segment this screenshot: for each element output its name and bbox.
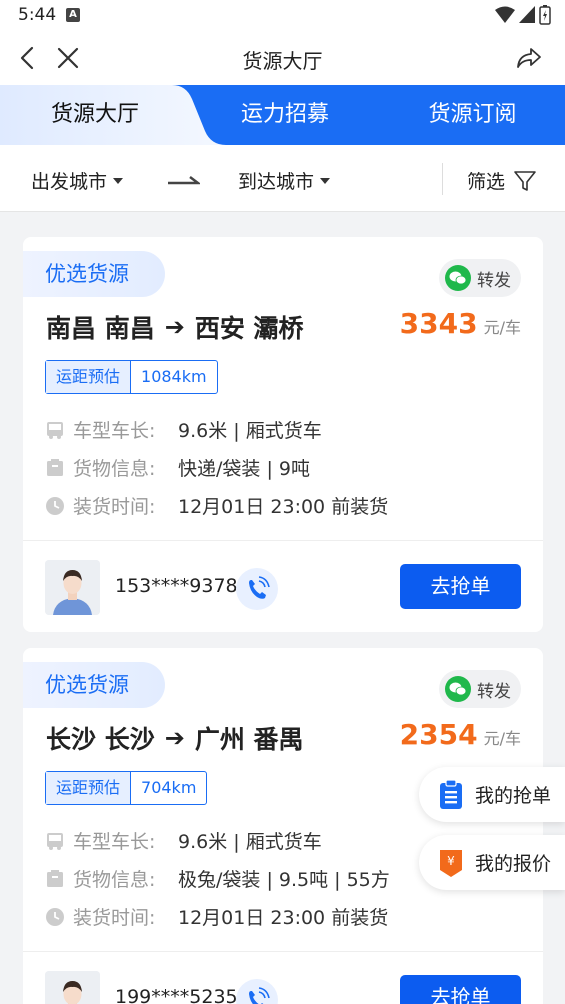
distance-label: 运距预估 (46, 361, 132, 393)
battery-icon (539, 5, 551, 25)
my-orders-label: 我的抢单 (475, 785, 552, 807)
wechat-icon (445, 265, 471, 291)
page-title: 货源大厅 (242, 49, 323, 73)
call-button[interactable] (236, 979, 278, 1004)
nav-bar: 货源大厅 (0, 32, 565, 85)
price: 3343 元/车 (400, 307, 521, 340)
cargo-label: 货物信息: (73, 869, 156, 891)
price-value: 3343 (399, 307, 478, 340)
load-time-value: 12月01日 23:00 前装货 (178, 907, 389, 929)
truck-icon (47, 421, 63, 439)
caret-down-icon (320, 177, 331, 184)
arrival-city-select[interactable]: 到达城市 (238, 167, 331, 194)
route-origin: 南昌 南昌 (46, 314, 155, 343)
status-bar: 5:44 A (0, 0, 565, 32)
grab-order-button[interactable]: 去抢单 (400, 564, 521, 609)
load-time-row: 装货时间: 12月01日 23:00 前装货 (45, 492, 388, 519)
load-time-value: 12月01日 23:00 前装货 (178, 496, 389, 518)
phone-icon (249, 576, 270, 599)
departure-city-label: 出发城市 (31, 171, 108, 193)
truck-icon (47, 832, 63, 850)
box-icon (47, 458, 63, 476)
tab-capacity-recruit[interactable]: 运力招募 (190, 85, 380, 145)
arrow-right-icon: ➔ (164, 313, 185, 341)
cargo-row: 货物信息: 极兔/袋装 | 9.5吨 | 55方 (45, 865, 390, 892)
distance-tag: 运距预估 704km (45, 771, 208, 805)
my-quotes-button[interactable]: ¥ 我的报价 (419, 835, 565, 890)
route-destination: 西安 灞桥 (194, 314, 304, 343)
arrow-right-icon: ➔ (164, 724, 185, 752)
distance-value: 1084km (141, 367, 207, 386)
cargo-value: 快递/袋装 | 9吨 (178, 458, 310, 480)
distance-label: 运距预估 (46, 772, 132, 804)
price-unit: 元/车 (483, 318, 521, 337)
forward-button[interactable]: 转发 (439, 670, 521, 708)
vehicle-value: 9.6米 | 厢式货车 (178, 420, 322, 442)
cargo-value: 极兔/袋装 | 9.5吨 | 55方 (178, 869, 390, 891)
filter-button[interactable]: 筛选 (467, 167, 537, 194)
funnel-icon (514, 170, 536, 191)
filter-label: 筛选 (467, 171, 506, 193)
svg-text:¥: ¥ (447, 854, 455, 868)
distance-tag: 运距预估 1084km (45, 360, 218, 394)
price-value: 2354 (399, 718, 478, 751)
forward-label: 转发 (477, 270, 511, 291)
phone-icon (249, 987, 270, 1004)
arrival-city-label: 到达城市 (238, 171, 315, 193)
cargo-card[interactable]: 优选货源 转发 长沙 长沙 ➔ 广州 番禺 2354 元/车 运距预估 704k… (23, 648, 543, 1004)
clock-icon (46, 907, 64, 926)
vehicle-row: 车型车长: 9.6米 | 厢式货车 (45, 827, 322, 854)
share-icon[interactable] (515, 44, 543, 72)
premium-badge: 优选货源 (23, 251, 165, 297)
divider (442, 163, 443, 195)
box-icon (47, 869, 63, 887)
load-time-row: 装货时间: 12月01日 23:00 前装货 (45, 903, 388, 930)
forward-label: 转发 (477, 681, 511, 702)
divider (23, 540, 543, 541)
status-time: 5:44 (18, 5, 57, 25)
wifi-icon (495, 6, 515, 23)
tab-bar: 货源大厅 运力招募 货源订阅 (0, 85, 565, 145)
vehicle-label: 车型车长: (73, 831, 156, 853)
price-unit: 元/车 (483, 729, 521, 748)
price: 2354 元/车 (400, 718, 521, 751)
clock-icon (46, 496, 64, 515)
grab-order-button[interactable]: 去抢单 (400, 975, 521, 1004)
vehicle-value: 9.6米 | 厢式货车 (178, 831, 322, 853)
forward-button[interactable]: 转发 (439, 259, 521, 297)
cargo-row: 货物信息: 快递/袋装 | 9吨 (45, 454, 310, 481)
my-orders-button[interactable]: 我的抢单 (419, 767, 565, 822)
route-destination: 广州 番禺 (194, 725, 304, 754)
avatar (45, 971, 100, 1004)
signal-icon (519, 6, 535, 23)
cargo-card[interactable]: 优选货源 转发 南昌 南昌 ➔ 西安 灞桥 3343 元/车 运距预估 1084… (23, 237, 543, 632)
price-tag-icon: ¥ (440, 849, 462, 877)
call-button[interactable] (236, 568, 278, 610)
phone-number: 199****5235 (115, 986, 238, 1004)
status-icons (495, 5, 551, 25)
wechat-icon (445, 676, 471, 702)
premium-badge: 优选货源 (23, 662, 165, 708)
filter-bar: 出发城市 到达城市 筛选 (0, 145, 565, 212)
caret-down-icon (113, 177, 124, 184)
distance-value: 704km (141, 778, 197, 797)
vehicle-label: 车型车长: (73, 420, 156, 442)
cargo-label: 货物信息: (73, 458, 156, 480)
clipboard-icon (440, 779, 462, 809)
tab-cargo-subscribe[interactable]: 货源订阅 (380, 85, 565, 145)
route: 南昌 南昌 ➔ 西安 灞桥 (46, 309, 304, 345)
load-time-label: 装货时间: (73, 496, 156, 518)
vehicle-row: 车型车长: 9.6米 | 厢式货车 (45, 416, 322, 443)
phone-number: 153****9378 (115, 575, 238, 597)
divider (23, 951, 543, 952)
avatar (45, 560, 100, 615)
load-time-label: 装货时间: (73, 907, 156, 929)
direction-arrow-icon (168, 176, 200, 185)
my-quotes-label: 我的报价 (475, 853, 552, 875)
route-origin: 长沙 长沙 (46, 725, 155, 754)
route: 长沙 长沙 ➔ 广州 番禺 (46, 720, 304, 756)
tab-cargo-hall[interactable]: 货源大厅 (0, 85, 190, 145)
accessibility-icon: A (66, 8, 80, 22)
departure-city-select[interactable]: 出发城市 (31, 167, 124, 194)
